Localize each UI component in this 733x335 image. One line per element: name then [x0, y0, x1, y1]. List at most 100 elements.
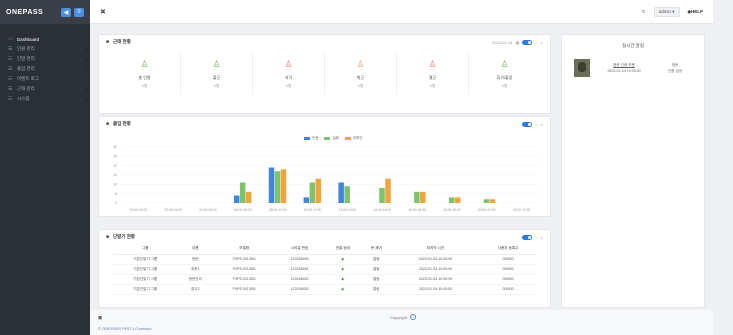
- table-cell: 2023-01-04 10:00:00: [390, 254, 481, 265]
- auto-refresh-toggle[interactable]: [522, 121, 533, 127]
- clock-icon: ☰: [8, 86, 13, 92]
- table-cell: 정문: [177, 254, 213, 265]
- status-value: 0명: [213, 84, 220, 88]
- sidebar-item-events[interactable]: ☷ 이벤트 로그 ›: [0, 74, 90, 84]
- bar-미확인: [420, 191, 426, 203]
- minimize-icon[interactable]: −: [535, 235, 537, 240]
- status-card[interactable]: ♙ 퇴근 0명: [325, 53, 397, 95]
- collapse-sidebar-button[interactable]: ◀: [61, 7, 71, 17]
- status-card[interactable]: ♙ 출근 0명: [181, 53, 253, 95]
- y-tick-label: 30: [113, 145, 117, 149]
- sidebar-item-system[interactable]: ☷ 시스템 ›: [0, 94, 90, 104]
- table-cell: FXPS-SG-B01: [213, 284, 276, 295]
- version-text: © ONEPASS PRO 1.0 version: [98, 326, 152, 331]
- menu-toggle-button[interactable]: ≡: [74, 7, 84, 17]
- sidebar-item-label: 근태 관리: [17, 86, 35, 91]
- column-header[interactable]: 모델명: [213, 244, 276, 255]
- terminal-status-panel: ■ 단말기 현황 − × 그룹 이름 모델명 시리얼 번호 연결 상태 문 제어 마지막 시…: [98, 229, 551, 308]
- table-row[interactable]: 기본단말기 그룹 정문관리 FXPS-SG-B01 123156452 ◉ 열림 2023-…: [113, 274, 536, 285]
- footer: ◼ Copyright © ONEPASS PRO 1.0 version: [90, 310, 713, 335]
- auto-refresh-toggle[interactable]: [522, 39, 533, 45]
- person-icon: ♙: [212, 59, 221, 69]
- bar-실패: [274, 171, 281, 203]
- table-row[interactable]: 기본단말기 그룹 후문1 FXPS-SG-B01 123156451 ◉ 열림 2023-0…: [113, 264, 536, 275]
- y-tick-label: 25: [113, 155, 117, 159]
- column-header[interactable]: 시리얼 번호: [275, 244, 324, 255]
- table-row[interactable]: 기본단말기 그룹 정문 FXPS-SG-B01 123156450 ◉ 열림 2023-01…: [113, 254, 536, 265]
- app-logo[interactable]: ONEPASS: [6, 9, 43, 16]
- bar-실패: [344, 186, 350, 203]
- user-photo: [574, 59, 590, 77]
- bar-미확인: [454, 197, 461, 203]
- column-header[interactable]: 이름: [177, 244, 213, 255]
- status-card[interactable]: ♙ 결근 0명: [397, 53, 469, 95]
- status-card[interactable]: ♙ 휴가/출장 0명: [469, 53, 540, 95]
- minimize-icon[interactable]: −: [535, 122, 537, 127]
- chevron-right-icon: ›: [80, 76, 82, 82]
- person-icon: ♙: [284, 59, 293, 69]
- x-tick-label: 10:00-12:00: [304, 208, 322, 212]
- gear-icon: ☷: [8, 96, 13, 102]
- close-panel-icon[interactable]: ×: [541, 122, 543, 127]
- date-picker[interactable]: 2023-01-04: [492, 40, 512, 45]
- sidebar-item-dashboard[interactable]: ▭ Dashboard: [0, 34, 90, 44]
- connection-status-icon: ◉: [323, 274, 362, 285]
- sidebar-item-label: Dashboard: [17, 36, 40, 42]
- table-cell: 창고2: [177, 284, 213, 295]
- y-tick-label: 15: [113, 173, 117, 177]
- realtime-alert-panel: 실시간 알림 정문 인증 허용 2023-01-04 10:00:00 정문 인…: [561, 34, 705, 308]
- bar-미확인: [385, 178, 391, 203]
- bar-실패: [239, 182, 246, 203]
- refresh-icon[interactable]: ↻: [642, 9, 646, 15]
- minimize-icon[interactable]: −: [535, 40, 537, 45]
- help-button[interactable]: ◆HELP: [688, 9, 703, 15]
- x-tick-label: 04:00-06:00: [199, 208, 217, 212]
- alert-result: 인증 성공: [667, 69, 683, 73]
- y-tick-label: 20: [113, 164, 117, 168]
- table-row[interactable]: 기본단말기 그룹 창고2 FXPS-SG-B01 123156453 ◉ 열림 2023-0…: [113, 284, 536, 295]
- table-cell: 123156452: [275, 274, 324, 285]
- close-tab-icon[interactable]: ✖: [100, 8, 106, 16]
- app-root: ONEPASS ◀ ≡ ▭ Dashboard ☰ 인원 관리 › ☷ 단말 관…: [0, 0, 733, 335]
- sidebar-item-terminal[interactable]: ☷ 단말 관리 ›: [0, 54, 90, 64]
- person-icon: ♙: [356, 59, 365, 69]
- table-header-row: 그룹 이름 모델명 시리얼 번호 연결 상태 문 제어 마지막 시간 사용자 등록수: [113, 244, 536, 255]
- status-label: 결근: [428, 75, 437, 80]
- user-menu-button[interactable]: admin ▾: [653, 6, 680, 17]
- alert-item[interactable]: 정문 인증 허용 2023-01-04 10:00:00 정문 인증 성공: [574, 59, 692, 77]
- column-header[interactable]: 사용자 등록수: [480, 244, 536, 255]
- status-cards: ♙ 총 인원 0명 ♙ 출근 0명 ♙ 지각 0명 ♙ 퇴근 0명 ♙ 결근 0명 ♙ 휴가/출장 0명: [109, 53, 540, 95]
- status-label: 출근: [212, 75, 221, 80]
- table-cell: 123156451: [275, 264, 324, 275]
- column-header[interactable]: 그룹: [113, 244, 178, 255]
- table-cell: 00/500: [480, 264, 536, 275]
- status-card[interactable]: ♙ 지각 0명: [253, 53, 325, 95]
- bar-인증: [303, 197, 310, 203]
- bar-미확인: [280, 169, 287, 203]
- close-panel-icon[interactable]: ×: [541, 235, 543, 240]
- sidebar-item-access[interactable]: ☰ 출입 관리 ›: [0, 64, 90, 74]
- status-value: 0명: [501, 84, 508, 88]
- person-icon: ♙: [500, 59, 509, 69]
- panel-title: 근태 현황: [113, 39, 131, 44]
- close-panel-icon[interactable]: ×: [541, 40, 543, 45]
- auto-refresh-toggle[interactable]: [522, 234, 533, 240]
- column-header[interactable]: 마지막 시간: [390, 244, 481, 255]
- column-header[interactable]: 문 제어: [361, 244, 391, 255]
- x-tick-label: 22:00-24:00: [513, 208, 531, 212]
- chevron-right-icon: ›: [80, 86, 82, 92]
- status-card[interactable]: ♙ 총 인원 0명: [109, 53, 181, 95]
- column-header[interactable]: 연결 상태: [323, 244, 362, 255]
- sidebar-item-attendance[interactable]: ☰ 근태 관리 ›: [0, 84, 90, 94]
- x-tick-label: 06:00-08:00: [234, 208, 252, 212]
- x-tick-label: 14:00-16:00: [373, 208, 391, 212]
- dashboard-icon: ▭: [8, 36, 13, 42]
- panel-title: 출입 현황: [113, 121, 131, 126]
- sidebar-item-label: 이벤트 로그: [17, 76, 39, 81]
- x-tick-label: 00:00-02:00: [130, 208, 148, 212]
- x-tick-label: 18:00-20:00: [443, 208, 461, 212]
- calendar-icon[interactable]: ▦: [516, 40, 520, 45]
- sidebar-item-personnel[interactable]: ☰ 인원 관리 ›: [0, 44, 90, 54]
- panel-title: 실시간 알림: [622, 43, 644, 48]
- footer-icon: ◼: [98, 315, 103, 321]
